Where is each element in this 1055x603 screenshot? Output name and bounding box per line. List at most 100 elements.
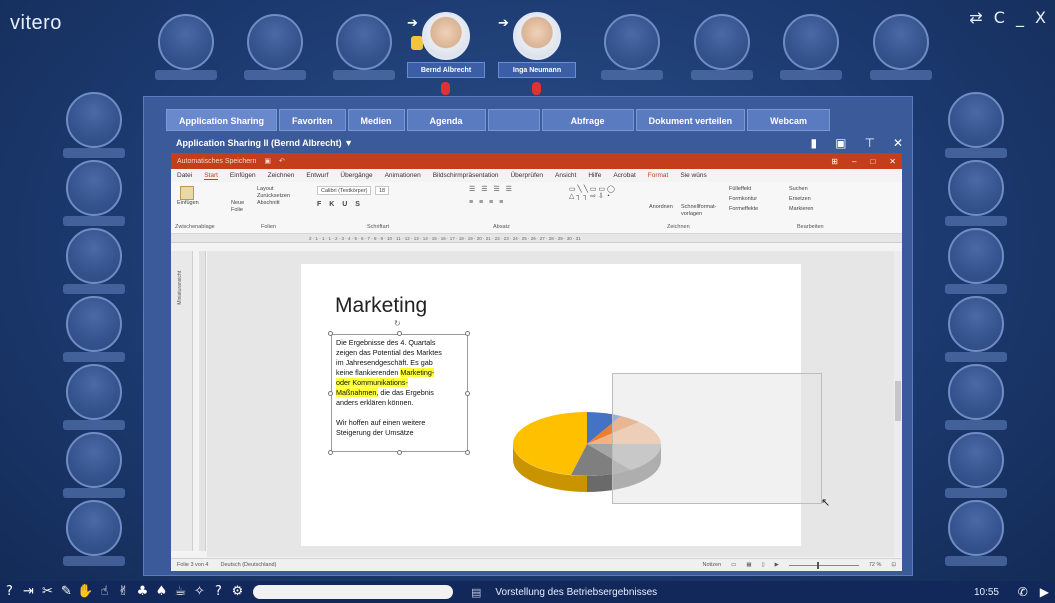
tab-agenda[interactable]: Agenda [406, 109, 486, 131]
list-buttons[interactable]: ☰ ☰ ☰ ☰ [469, 186, 514, 193]
document-icon[interactable]: ✎ [57, 583, 76, 601]
seat-empty[interactable] [948, 364, 1004, 420]
undo-icon[interactable]: ↶ [279, 157, 285, 165]
seat-empty[interactable] [783, 14, 839, 70]
menu-datei[interactable]: Datei [177, 172, 192, 179]
hand-icon[interactable]: ☝ [95, 583, 114, 601]
fit-slide-icon[interactable]: ⊡ [891, 562, 896, 568]
seat-empty[interactable] [66, 160, 122, 216]
reset-button[interactable]: Zurücksetzen [257, 193, 290, 200]
replace-button[interactable]: Ersetzen [789, 196, 813, 203]
settings-icon[interactable]: ⚙ [228, 583, 247, 601]
menu-ueberpruefen[interactable]: Überprüfen [510, 172, 543, 179]
tab-favoriten[interactable]: Favoriten [279, 109, 346, 131]
paste-icon[interactable] [180, 186, 194, 200]
layout-button[interactable]: Layout [257, 186, 290, 193]
seat-empty[interactable] [66, 432, 122, 488]
tab-abfrage[interactable]: Abfrage [541, 109, 634, 131]
slideshow-icon[interactable]: ▶ [775, 562, 779, 568]
question-icon[interactable]: ? [209, 583, 228, 601]
tab-webcam[interactable]: Webcam [747, 109, 830, 131]
ribbon-display-icon[interactable]: ⊞ [831, 157, 838, 166]
tab-blank[interactable] [487, 109, 540, 131]
seat-empty[interactable] [66, 364, 122, 420]
thumbs-up-icon[interactable]: ♣ [133, 583, 152, 601]
scroll-thumb[interactable] [895, 381, 901, 421]
seat-empty[interactable] [66, 228, 122, 284]
participant-bernd[interactable]: ➔ Bernd Albrecht [407, 12, 485, 95]
seat-empty[interactable] [948, 228, 1004, 284]
document-icon[interactable]: ▮ [811, 136, 818, 150]
agenda-icon[interactable]: ▤ [471, 586, 481, 599]
section-button[interactable]: Abschnitt [257, 200, 290, 207]
seat-empty[interactable] [66, 500, 122, 556]
menu-einfuegen[interactable]: Einfügen [230, 172, 256, 179]
menu-format[interactable]: Format [648, 172, 669, 179]
reading-view-icon[interactable]: ▯ [762, 562, 765, 568]
find-button[interactable]: Suchen [789, 186, 813, 193]
next-icon[interactable]: ▶ [1040, 585, 1049, 599]
menu-animationen[interactable]: Animationen [385, 172, 421, 179]
seat-empty[interactable] [66, 296, 122, 352]
microphone-icon[interactable] [532, 82, 541, 95]
sharing-title[interactable]: Application Sharing II (Bernd Albrecht) … [176, 138, 353, 148]
autosave-toggle[interactable]: Automatisches Speichern [177, 158, 256, 165]
idea-icon[interactable]: ✧ [190, 583, 209, 601]
save-icon[interactable]: ▣ [264, 157, 271, 165]
rotate-handle-icon[interactable]: ↻ [394, 319, 401, 328]
align-buttons[interactable]: ≡ ≡ ≡ ≡ [469, 199, 514, 206]
close-icon[interactable]: ✕ [889, 157, 896, 166]
menu-zeichnen[interactable]: Zeichnen [268, 172, 295, 179]
zoom-level[interactable]: 72 % [869, 562, 882, 568]
notes-button[interactable]: Notizen [703, 562, 722, 568]
paste-button[interactable]: Einfügen [177, 200, 199, 207]
applause-icon[interactable]: ✌ [114, 583, 133, 601]
menu-bildschirmpraesentation[interactable]: Bildschirmpräsentation [433, 172, 499, 179]
menu-start[interactable]: Start [204, 172, 218, 180]
menu-hilfe[interactable]: Hilfe [588, 172, 601, 179]
seat-empty[interactable] [948, 432, 1004, 488]
hand-raise-icon[interactable]: ✋ [76, 583, 95, 601]
font-select[interactable]: Calibri (Textkörper) [317, 186, 372, 195]
seat-empty[interactable] [247, 14, 303, 70]
vertical-scrollbar[interactable] [894, 251, 902, 557]
resize-handle[interactable] [465, 331, 470, 336]
menu-ansicht[interactable]: Ansicht [555, 172, 576, 179]
seat-empty[interactable] [604, 14, 660, 70]
thumbnail-pane[interactable]: Miniaturansicht [171, 251, 193, 551]
select-button[interactable]: Markieren [789, 206, 813, 213]
tab-application-sharing[interactable]: Application Sharing [166, 109, 278, 131]
shapes-gallery-row2[interactable]: △ ┐ ┐ ⇨ ⇩ ◔ [569, 193, 615, 200]
resize-handle[interactable] [465, 450, 470, 455]
resize-handle[interactable] [328, 331, 333, 336]
outline-button[interactable]: Formkontur [729, 196, 758, 203]
resize-handle[interactable] [465, 391, 470, 396]
pin-icon[interactable]: ⊤ [864, 136, 874, 150]
participant-inga[interactable]: ➔ Inga Neumann [498, 12, 576, 95]
shapes-gallery[interactable]: ▭ ╲ ╲ ▭ ▭ ◯ [569, 186, 615, 193]
effects-button[interactable]: Formeffekte [729, 206, 758, 213]
phone-icon[interactable]: ✆ [1018, 585, 1028, 599]
exit-icon[interactable]: ⇥ [19, 583, 38, 601]
slide-title[interactable]: Marketing [335, 294, 427, 318]
chat-input[interactable] [253, 585, 453, 599]
new-slide-button[interactable]: Neue Folie [231, 200, 251, 214]
seat-empty[interactable] [948, 500, 1004, 556]
maximize-icon[interactable]: □ [870, 157, 875, 166]
close-icon[interactable]: ✕ [893, 136, 903, 150]
arrange-button[interactable]: Anordnen [649, 204, 673, 211]
seat-empty[interactable] [873, 14, 929, 70]
normal-view-icon[interactable]: ▭ [731, 562, 736, 568]
language-indicator[interactable]: Deutsch (Deutschland) [221, 562, 277, 568]
minimize-icon[interactable]: – [852, 157, 856, 166]
seat-empty[interactable] [948, 92, 1004, 148]
tell-me-search[interactable]: Sie wüns [680, 172, 706, 179]
resize-handle[interactable] [328, 391, 333, 396]
seat-empty[interactable] [948, 296, 1004, 352]
fill-button[interactable]: Fülleffekt [729, 186, 758, 193]
slide[interactable]: Marketing Die Ergebnisse des 4. Quartals… [301, 264, 830, 546]
folder-icon[interactable]: ▣ [835, 136, 846, 150]
sorter-view-icon[interactable]: ▦ [746, 562, 751, 568]
font-format-buttons[interactable]: F K U S [317, 201, 391, 208]
resize-handle[interactable] [328, 450, 333, 455]
